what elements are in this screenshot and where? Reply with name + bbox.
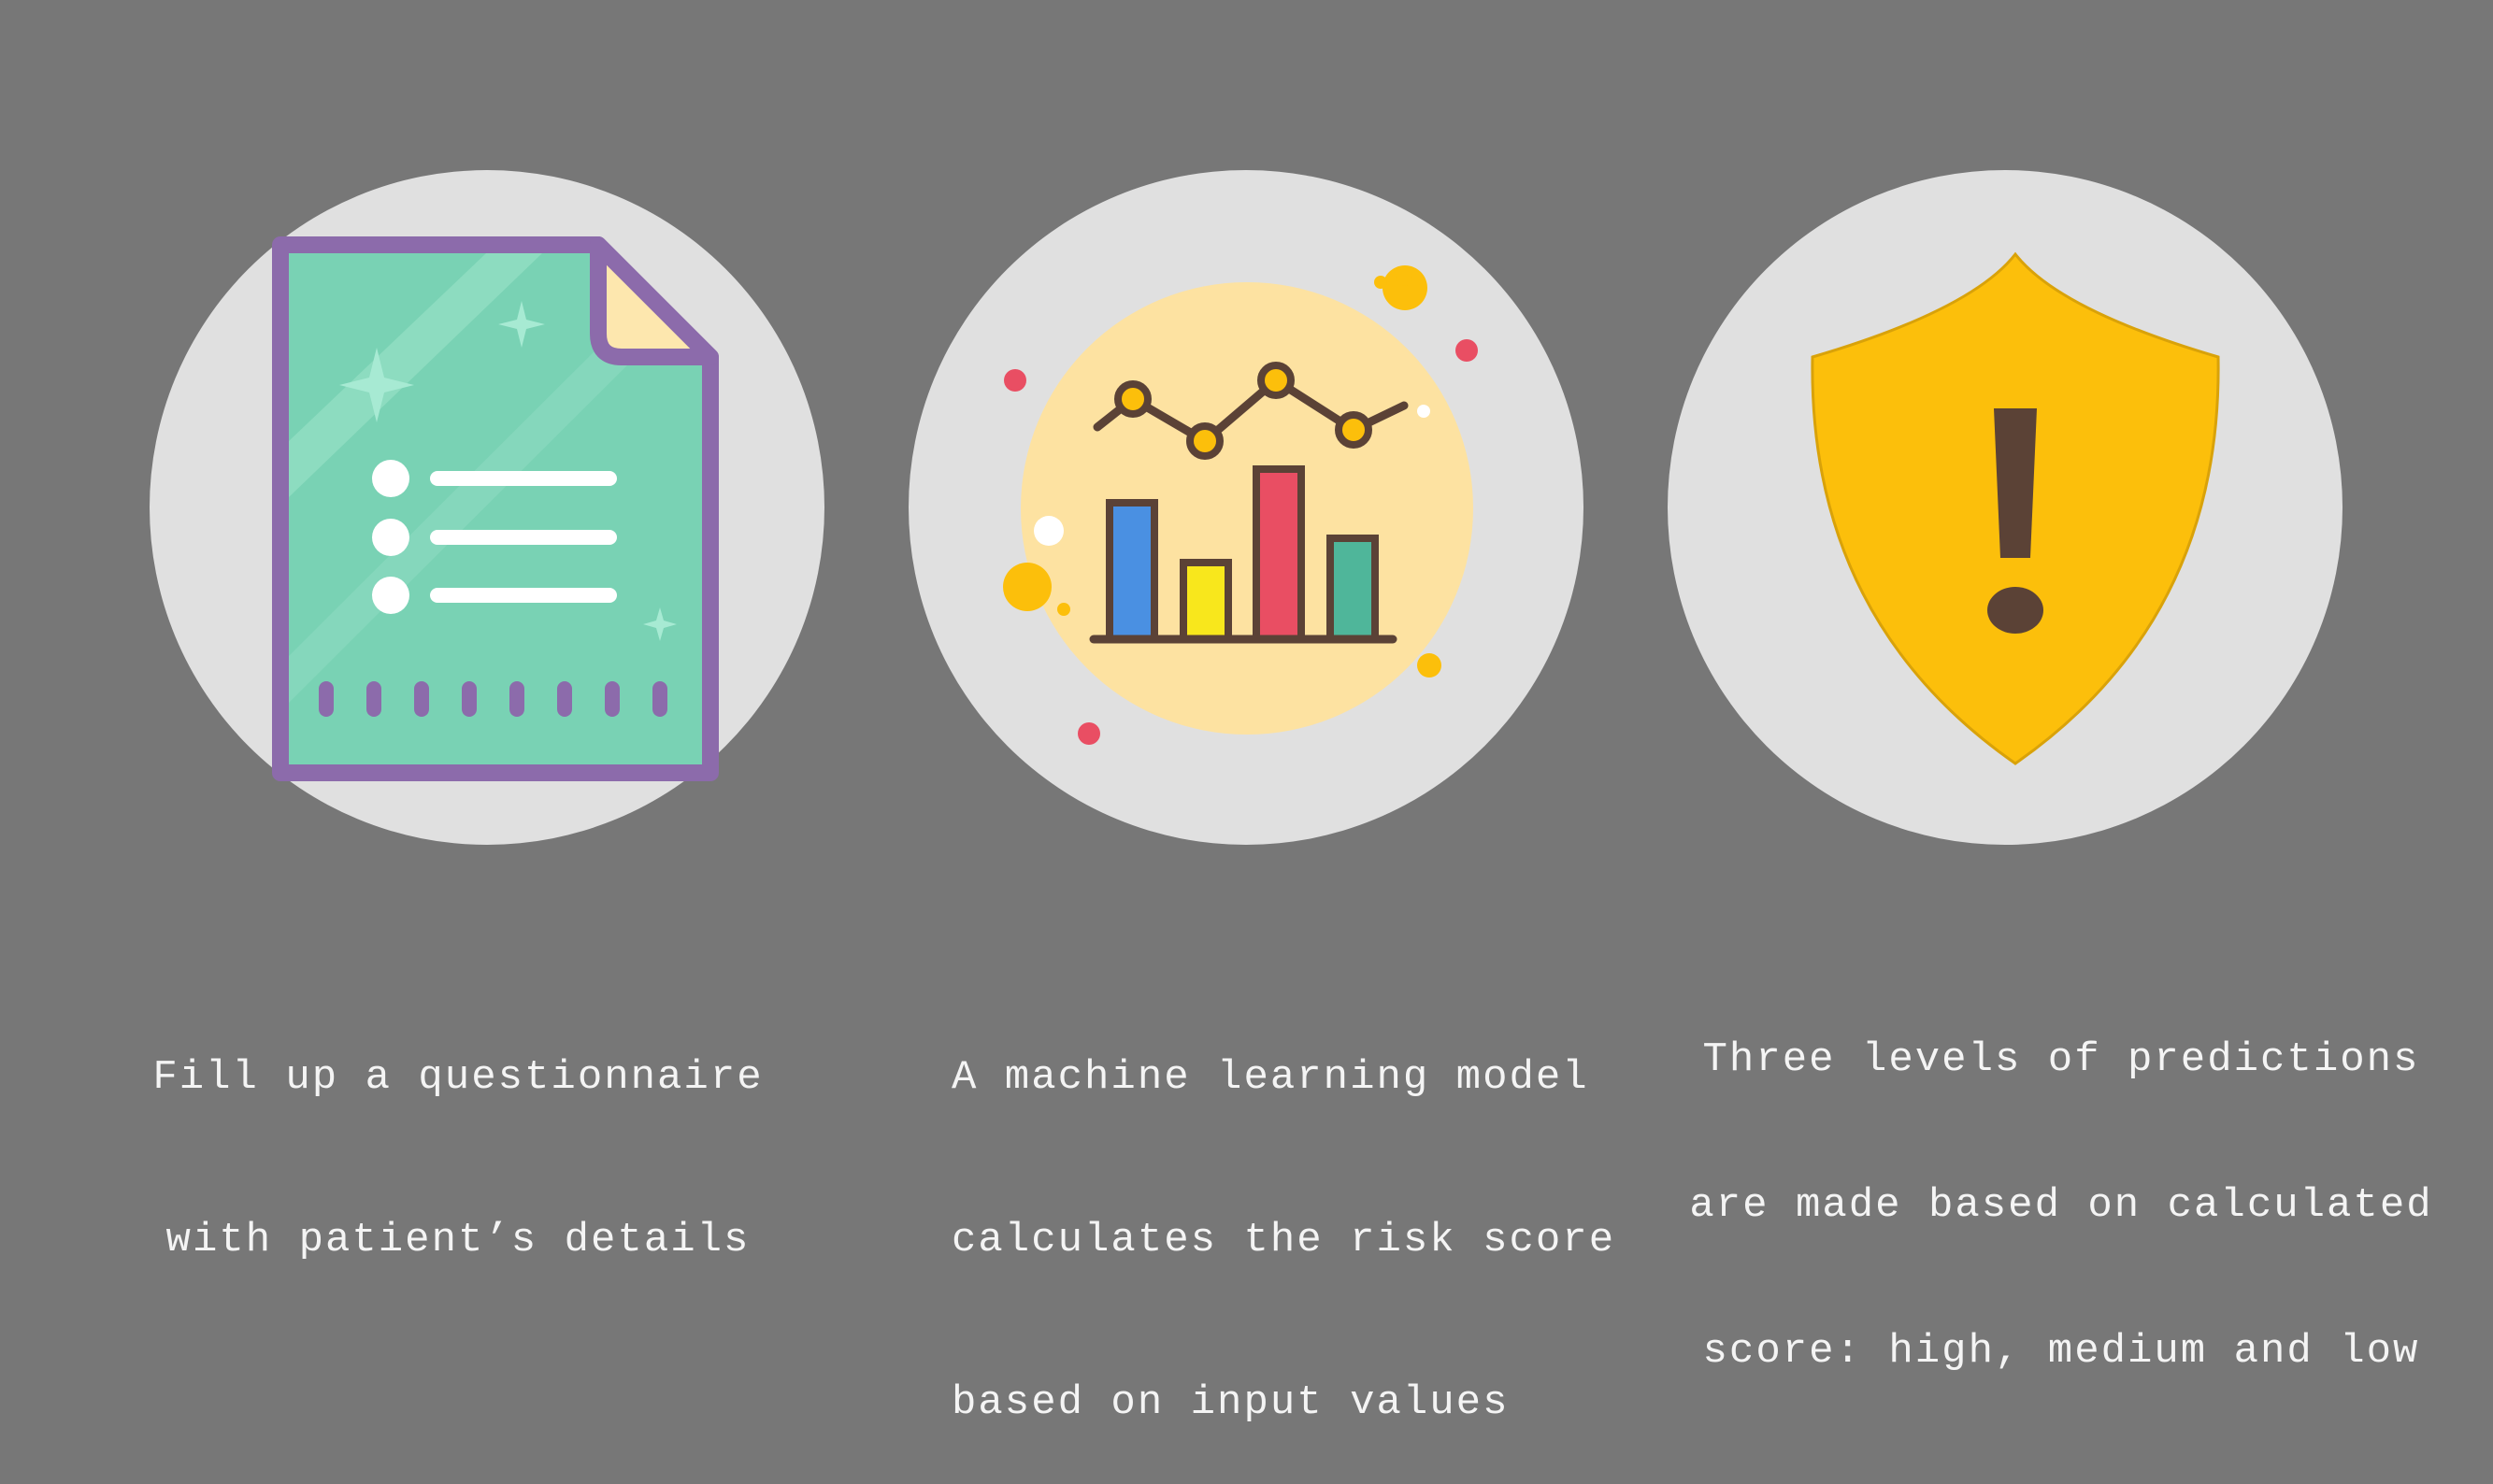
questionnaire-document-icon [272, 236, 719, 781]
step-3-circle [1668, 170, 2343, 845]
caption-line: score: high, medium and low [1702, 1328, 2420, 1375]
caption-line: with patient’s details [165, 1217, 751, 1263]
caption-line: based on input values [952, 1379, 1510, 1426]
step-3-caption: Three levels of predictions are made bas… [1673, 938, 2449, 1424]
step-1-circle [150, 170, 824, 845]
warning-shield-icon [1811, 251, 2220, 765]
exclamation-mark [1994, 408, 2037, 558]
caption-line: calculates the risk score [952, 1217, 1616, 1263]
step-2-circle [909, 170, 1583, 845]
step-2-caption: A machine learning model calculates the … [952, 942, 1615, 1484]
caption-line: are made based on calculated [1689, 1182, 2433, 1229]
caption-line: A machine learning model [952, 1054, 1589, 1101]
analytics-chart-icon [1003, 265, 1478, 745]
caption-line: Fill up a questionnaire [152, 1054, 764, 1101]
caption-line: Three levels of predictions [1702, 1036, 2420, 1083]
step-1-caption: Fill up a questionnaire with patient’s d… [112, 942, 804, 1321]
